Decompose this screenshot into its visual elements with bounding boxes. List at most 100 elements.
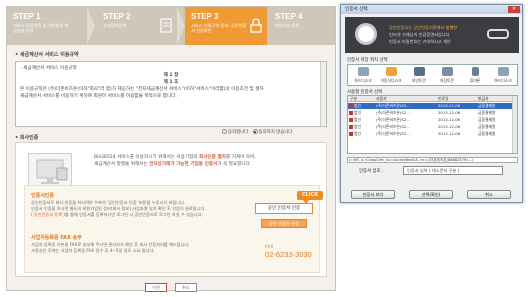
agree-options: 동의합니다 동의하지 않습니다: [219, 129, 292, 135]
dialog-cancel-button[interactable]: 취소: [467, 190, 511, 199]
cert-row[interactable]: 법인 (주)더존비즈온(S2... 2013-12-06 금융결제원: [348, 131, 513, 137]
cert-icon: [349, 132, 353, 136]
password-input[interactable]: 인증서 입력 ( 대소문자 구분 ): [403, 166, 503, 175]
location-label-text: 보안토큰: [412, 78, 426, 83]
step-2: STEP 2 상세정보입력: [97, 7, 177, 45]
cell-expiry: 2013-12-06: [438, 103, 461, 108]
location-removable[interactable]: 이동식디스크: [378, 67, 404, 84]
cert-icon: [349, 118, 353, 122]
prev-button[interactable]: 이전: [145, 283, 167, 292]
seal-icon: [355, 23, 377, 45]
terms-section-title: • 세금계산서 서비스 이용규약: [15, 52, 79, 58]
confirm-button[interactable]: 선택(확인): [409, 190, 453, 199]
cell-user: (주)더존비즈온(S2...: [376, 110, 410, 115]
location-phone[interactable]: 휴대폰: [462, 67, 488, 84]
agree-radio[interactable]: [222, 129, 227, 134]
cell-user: (주)더존비즈온(S2...: [376, 131, 410, 136]
banner-line: 인증서 비밀번호는 기억하시고 개인: [389, 39, 451, 44]
location-label-text: 하드디스크: [354, 78, 372, 83]
location-token[interactable]: 보안토큰: [406, 67, 432, 84]
cert-desc-text: 가 꼭 필요합니다.: [217, 161, 252, 167]
fax-info: FAX 02-6233-3030: [265, 245, 312, 259]
document-icon: [160, 18, 172, 33]
location-storage-token[interactable]: 저장토큰: [434, 67, 460, 84]
terms-box[interactable]: - 세금계산서 서비스 이용규약 제 1 장 제 1 조 본 이용규칙은 (주)…: [15, 61, 327, 127]
fax-help: 사업자 등록증 사본을 FAX로 송부해 주시면 관리자가 확인 후 회사 인증…: [31, 242, 256, 254]
cell-type: 법인: [354, 103, 361, 108]
step-arrow: [87, 7, 95, 45]
key-icon: [487, 29, 509, 39]
cancel-button[interactable]: 취소: [175, 283, 197, 292]
step-2-label: 상세정보입력: [103, 23, 127, 28]
cell-type: 법인: [354, 131, 361, 136]
view-cert-button[interactable]: 인증서 보기: [351, 190, 395, 199]
dialog-title: 인증서 선택: [341, 5, 522, 14]
column-header[interactable]: 만료일: [438, 96, 474, 102]
location-label-text: 이동식디스크: [380, 78, 402, 83]
cert-section-title: • 회사인증: [15, 135, 39, 141]
cert-desc-text: Bill36524 서비스를 이용하시기 위해서는 이용기업의: [94, 155, 198, 160]
cert-login-help: 공인인증서로 회사 인증을 하시려면 우측의 '공인인증서 인증' 버튼을 누루…: [31, 200, 256, 217]
cert-description: Bill36524 서비스를 이용하시기 위해서는 이용기업의 회사인증 절차를…: [94, 155, 324, 168]
step-arrow: [177, 7, 185, 45]
step-1: STEP 1 서비스 이용약관 및 개인정보 취급방침 동의: [7, 7, 87, 45]
banner-line: 공인인증서는 공인인증기관에서 발행한: [389, 25, 458, 30]
cert-row[interactable]: 법인 (주)더존비즈온(S2... 2013-12-06 금융결제원: [348, 124, 513, 130]
step-4-label: 회원가입 완료: [275, 23, 300, 28]
cell-user: (주)더존비즈온(S2...: [376, 124, 410, 129]
click-callout: CLICK: [297, 191, 323, 204]
cell-type: 법인: [354, 117, 361, 122]
cert-illustration: [28, 153, 72, 189]
cell-type: 법인: [354, 110, 361, 115]
storage-locations: 하드디스크 이동식디스크 보안토큰 저장토큰 휴대폰 하드디스크: [347, 64, 518, 86]
column-header[interactable]: 사용자: [376, 96, 432, 102]
terms-chapter: 제 1 장: [163, 73, 179, 78]
column-header[interactable]: 구분: [350, 96, 370, 102]
dialog-banner: 공인인증서는 공인인증기관에서 발행한 인터넷 거래상의 인감증명서입니다 인증…: [345, 17, 519, 53]
cert-desc-text: 를 거쳐야 하며,: [225, 155, 256, 160]
disagree-label: 동의하지 않습니다: [258, 130, 293, 135]
cert-list-header: 구분 사용자 만료일 발급자: [348, 96, 513, 102]
cert-row[interactable]: 법인 (주)더존비즈온(S2... 2013-12-06 금융결제원: [348, 103, 513, 109]
cell-expiry: 2013-12-06: [438, 117, 461, 122]
help-line: ')를 통해 인증서를 등록하시면 로그인 시 공인인증서로 로그인 하실 수 …: [62, 211, 203, 217]
help-line: 사용승인 후에는 사업자 등록증 FAX 접수 후 4~5일 정도 소요 됩니다…: [31, 247, 155, 253]
cell-user: (주)더존비즈온(S2...: [376, 103, 410, 108]
cert-list-scrollbar[interactable]: [512, 96, 517, 153]
bottom-buttons: 이전 취소: [145, 283, 205, 292]
cell-issuer: 금융결제원: [478, 110, 496, 115]
location-harddisk[interactable]: 하드디스크: [350, 67, 376, 84]
harddisk-icon: [357, 67, 369, 76]
step-4: STEP 4 회원가입 완료: [269, 7, 335, 45]
location-harddisk-2[interactable]: 하드디스크: [490, 67, 516, 84]
banner-line: 인터넷 거래상의 인감증명서입니다: [389, 32, 450, 37]
column-header[interactable]: 발급자: [478, 96, 512, 102]
location-label-text: 휴대폰: [469, 78, 481, 83]
cert-login-button[interactable]: 공인 인증서 인증: [255, 203, 313, 214]
cert-path-field: c=KR, o=CrossCert, ou=AccreditedCA, cn=(…: [347, 157, 518, 163]
cert-login-title: 인증서인증: [31, 193, 55, 199]
disagree-radio[interactable]: [252, 129, 258, 134]
close-icon[interactable]: ✕: [508, 6, 520, 13]
cert-register-link[interactable]: 공인인증서 등록: [34, 212, 62, 217]
cert-list: 구분 사용자 만료일 발급자 법인 (주)더존비즈온(S2... 2013-12…: [347, 95, 518, 154]
location-label: 인증서 저장 위치 선택: [347, 58, 388, 63]
cert-method-box: 인증서인증 공인인증서로 회사 인증을 하시려면 우측의 '공인인증서 인증' …: [24, 185, 320, 273]
lock-icon: [250, 18, 262, 33]
step-4-number: STEP 4: [275, 12, 303, 21]
harddisk-icon: [497, 67, 509, 76]
cell-user: (주)더존비즈온(S2...: [376, 117, 410, 122]
step-3: STEP 3 서비스 이용규약 동의, 공인인증서 인증확인: [185, 7, 267, 45]
password-label: 인증서 암호 :: [359, 169, 384, 174]
terms-article: 제 1 조: [163, 80, 179, 85]
cert-row[interactable]: 법인 (주)더존비즈온(S2... 2013-12-06 금융결제원: [348, 117, 513, 123]
cert-row[interactable]: 법인 (주)더존비즈온(S2... 2013-12-06 금융결제원: [348, 110, 513, 116]
cell-expiry: 2013-12-06: [438, 124, 461, 129]
terms-body: 본 이용규칙은 (주)더존비즈온(이하"회사"라 함)가 제공하는 "전자세금계…: [20, 87, 264, 92]
step-1-label: 서비스 이용약관 및 개인정보 취급방침 동의: [13, 23, 69, 34]
cert-register-button[interactable]: 공인 인증서 신청: [261, 219, 307, 228]
cell-type: 법인: [354, 124, 361, 129]
fax-number: 02-6233-3030: [265, 250, 312, 259]
cert-desc-highlight: 회사인증 절차: [198, 155, 226, 160]
terms-scrollbar[interactable]: [320, 62, 326, 126]
